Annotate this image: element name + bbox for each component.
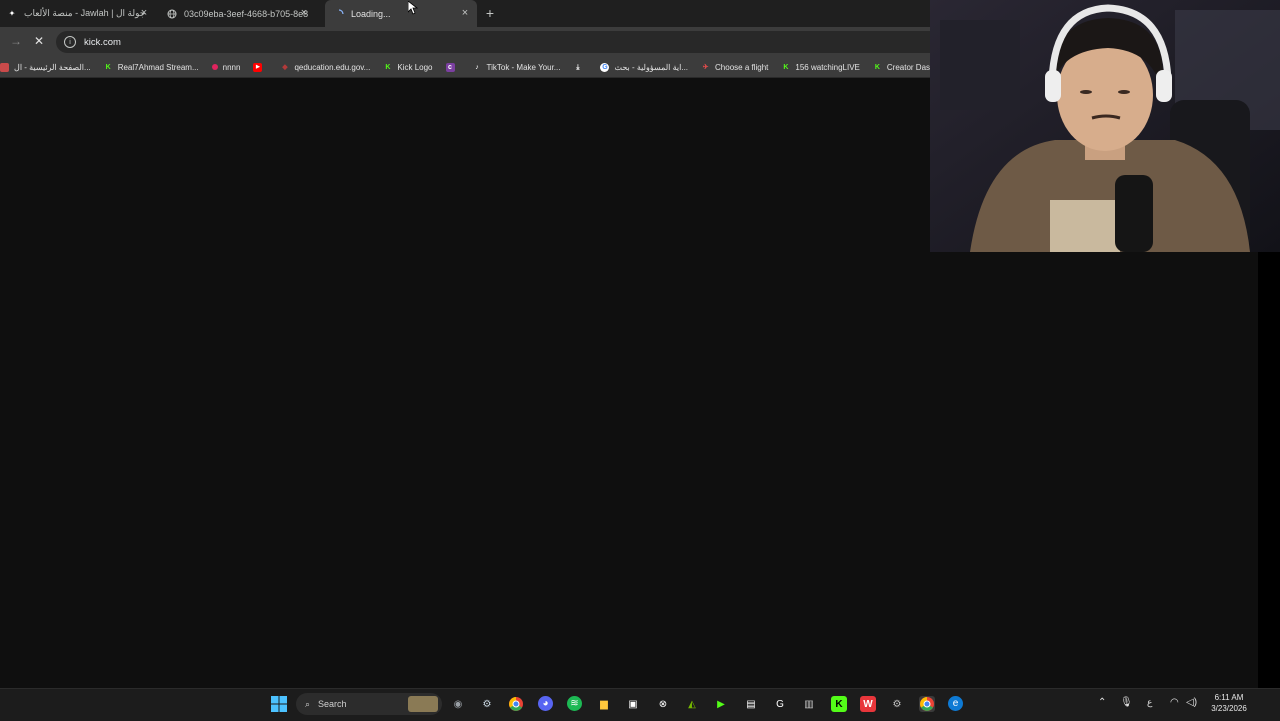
chevron-up-icon[interactable]: ⌃ — [1098, 697, 1106, 708]
xbox-icon[interactable]: ⊗ — [655, 696, 671, 712]
volume-icon[interactable]: ◁) — [1186, 697, 1197, 708]
address-bar[interactable]: i kick.com — [56, 31, 930, 53]
kick-icon: K — [874, 63, 880, 71]
chrome-active-icon[interactable] — [919, 696, 935, 712]
close-icon[interactable]: × — [298, 7, 310, 19]
language-indicator[interactable]: ع — [1147, 697, 1152, 708]
bookmark-choose-flight[interactable]: ✈ Choose a flight — [701, 63, 769, 72]
kick-icon[interactable]: K — [831, 696, 847, 712]
bookmark-real7ahmad[interactable]: K Real7Ahmad Stream... — [104, 63, 199, 72]
loading-spinner-icon — [333, 8, 345, 20]
spotify-icon[interactable]: ≋ — [567, 696, 582, 711]
chrome-icon[interactable] — [508, 696, 524, 712]
bookmark-kick-logo[interactable]: K Kick Logo — [383, 63, 432, 72]
tab-title: منصة الألعاب - Jawlah | جولة ال — [24, 8, 146, 18]
steam-icon[interactable]: ⚙ — [479, 696, 495, 712]
flight-icon: ✈ — [702, 63, 709, 71]
camera-icon[interactable]: ◉ — [450, 696, 466, 712]
red-dot-icon — [211, 64, 218, 70]
mouse-cursor-icon — [407, 0, 419, 20]
g-icon[interactable]: G — [772, 696, 788, 712]
c-icon: c — [445, 62, 455, 72]
discord-icon[interactable]: ◕ — [538, 696, 553, 711]
clock-time: 6:11 AM — [1214, 693, 1244, 702]
edge-icon[interactable]: e — [948, 696, 963, 711]
microphone-icon[interactable]: 🎙 — [1120, 697, 1133, 708]
bookmark-nnnn[interactable]: nnnn — [211, 63, 240, 72]
download-icon: ⤓ — [576, 63, 580, 71]
search-icon: ⌕ — [305, 698, 311, 709]
tab-title: 03c09eba-3eef-4668-b705-8e8 — [184, 8, 309, 19]
kick-icon: K — [385, 63, 391, 71]
wifi-icon[interactable]: ◠ — [1170, 697, 1179, 708]
store-icon[interactable]: ▣ — [625, 696, 641, 712]
close-icon[interactable]: × — [138, 7, 150, 19]
start-icon[interactable] — [271, 696, 287, 712]
jawlah-icon: ✦ — [8, 9, 16, 18]
settings-icon[interactable]: ⚙ — [889, 696, 905, 712]
bookmark-qeducation[interactable]: ◆ qeducation.edu.gov... — [280, 63, 370, 72]
tab-loading[interactable]: Loading... × — [325, 0, 477, 27]
kick-icon: K — [105, 63, 111, 71]
system-clock[interactable]: 6:11 AM 3/23/2026 — [1200, 692, 1258, 714]
bookmarks-bar: الصفحة الرئيسية - ال... K Real7Ahmad Stre… — [0, 57, 930, 78]
play-icon[interactable]: ▶ — [713, 696, 729, 712]
file-explorer-icon[interactable]: ▆ — [596, 696, 612, 712]
address-url[interactable]: kick.com — [84, 37, 121, 48]
nvidia-icon[interactable]: ◭ — [684, 696, 700, 712]
search-label: Search — [318, 699, 347, 709]
globe-icon — [166, 8, 178, 20]
scrollbar[interactable] — [1258, 252, 1280, 688]
bookmark-watching-live[interactable]: K 156 watchingLIVE — [781, 63, 860, 72]
site-info-icon[interactable]: i — [64, 36, 76, 48]
bookmark-c[interactable]: c — [445, 62, 460, 72]
streamer-webcam-image — [930, 0, 1280, 252]
bookmark-arabic-home[interactable]: الصفحة الرئيسية - ال... — [0, 62, 91, 72]
close-icon[interactable]: × — [459, 7, 471, 19]
tab-title: Loading... — [351, 8, 391, 19]
bookmark-youtube[interactable]: ▶ — [253, 62, 267, 72]
new-tab-button[interactable]: + — [483, 5, 497, 21]
youtube-icon: ▶ — [253, 62, 263, 72]
tab-uuid[interactable]: 03c09eba-3eef-4668-b705-8e8 × — [166, 0, 316, 27]
education-icon: ◆ — [282, 63, 288, 71]
tab-jawlah[interactable]: ✦ منصة الألعاب - Jawlah | جولة ال × — [6, 0, 156, 27]
search-highlight-icon — [408, 696, 438, 712]
clock-date: 3/23/2026 — [1211, 704, 1247, 713]
notepad-icon[interactable]: ▤ — [743, 696, 759, 712]
stop-loading-icon[interactable]: ✕ — [34, 34, 44, 48]
forward-icon[interactable]: → — [10, 34, 22, 48]
bookmark-creator-dashboard[interactable]: KCreator Dashb — [873, 63, 930, 72]
google-icon: G — [600, 62, 610, 72]
bookmark-google-search[interactable]: G اية المسؤولية - بحث... — [600, 62, 688, 72]
kick-icon: K — [783, 63, 789, 71]
webcam-overlay — [930, 0, 1280, 252]
tiktok-icon: ♪ — [475, 63, 479, 71]
trash-icon[interactable]: ▥ — [801, 696, 817, 712]
bookmark-tiktok[interactable]: ♪ TikTok - Make Your... — [473, 63, 560, 72]
wps-icon[interactable]: W — [860, 696, 876, 712]
arabic-site-icon — [0, 62, 9, 72]
taskbar-search[interactable]: ⌕ Search — [296, 693, 442, 715]
bookmark-download[interactable]: ⤓ — [573, 63, 587, 72]
